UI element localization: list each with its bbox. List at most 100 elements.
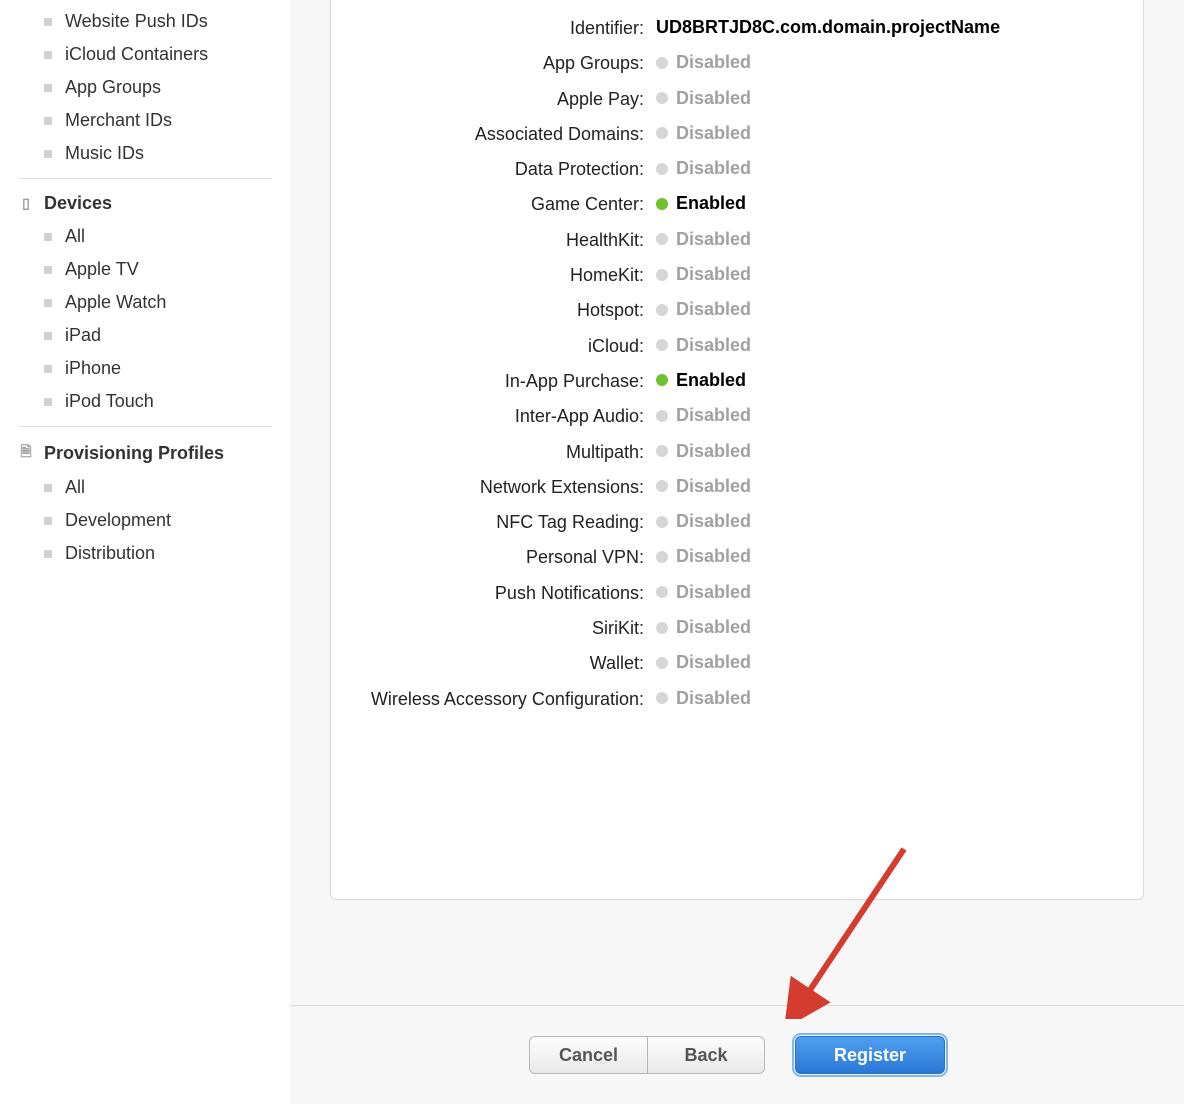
capability-row: Hotspot:Disabled bbox=[361, 298, 1113, 322]
bullet-icon bbox=[44, 517, 52, 525]
sidebar-item[interactable]: All bbox=[44, 471, 272, 504]
sidebar-item[interactable]: Website Push IDs bbox=[44, 5, 272, 38]
sidebar-item[interactable]: iPod Touch bbox=[44, 385, 272, 418]
capability-label: Data Protection: bbox=[361, 157, 656, 181]
sidebar-item-label: iCloud Containers bbox=[65, 44, 208, 65]
status-dot-icon bbox=[656, 198, 668, 210]
capability-status: Disabled bbox=[676, 582, 751, 603]
identifier-row: Identifier: UD8BRTJD8C.com.domain.projec… bbox=[361, 16, 1113, 40]
capability-status: Disabled bbox=[676, 617, 751, 638]
sidebar-item-label: Apple Watch bbox=[65, 292, 166, 313]
sidebar-heading-label: Devices bbox=[44, 193, 112, 214]
status-dot-icon bbox=[656, 586, 668, 598]
device-icon: ▯ bbox=[18, 195, 34, 212]
capability-row: Game Center:Enabled bbox=[361, 192, 1113, 216]
status-dot-icon bbox=[656, 692, 668, 704]
sidebar-item[interactable]: Distribution bbox=[44, 537, 272, 570]
capability-value: Disabled bbox=[656, 510, 1113, 532]
capability-label: Game Center: bbox=[361, 192, 656, 216]
bullet-icon bbox=[44, 51, 52, 59]
bullet-icon bbox=[44, 150, 52, 158]
capability-row: Multipath: Disabled bbox=[361, 440, 1113, 464]
capability-row: Wireless Accessory Configuration:Disable… bbox=[361, 687, 1113, 711]
capability-value: Enabled bbox=[656, 192, 1113, 214]
sidebar-item-label: All bbox=[65, 226, 85, 247]
status-dot-icon bbox=[656, 516, 668, 528]
capability-status: Enabled bbox=[676, 370, 746, 391]
sidebar-item[interactable]: All bbox=[44, 220, 272, 253]
sidebar-item[interactable]: iPad bbox=[44, 319, 272, 352]
sidebar-item-label: Website Push IDs bbox=[65, 11, 208, 32]
sidebar-heading-profiles[interactable]: 🗎 Provisioning Profiles bbox=[18, 437, 272, 471]
capability-label: NFC Tag Reading: bbox=[361, 510, 656, 534]
capability-value: Disabled bbox=[656, 157, 1113, 179]
sidebar-item[interactable]: Music IDs bbox=[44, 137, 272, 170]
capability-value: Disabled bbox=[656, 122, 1113, 144]
capability-status: Disabled bbox=[676, 652, 751, 673]
status-dot-icon bbox=[656, 410, 668, 422]
status-dot-icon bbox=[656, 304, 668, 316]
capability-value: Disabled bbox=[656, 687, 1113, 709]
capability-row: NFC Tag Reading:Disabled bbox=[361, 510, 1113, 534]
capability-value: Disabled bbox=[656, 545, 1113, 567]
footer-actions: Cancel Back Register bbox=[290, 1005, 1184, 1104]
sidebar-item[interactable]: Apple TV bbox=[44, 253, 272, 286]
capability-status: Disabled bbox=[676, 441, 751, 462]
capability-status: Disabled bbox=[676, 264, 751, 285]
capability-status: Disabled bbox=[676, 158, 751, 179]
capability-row: iCloud:Disabled bbox=[361, 334, 1113, 358]
capability-status: Disabled bbox=[676, 299, 751, 320]
capability-status: Disabled bbox=[676, 123, 751, 144]
capability-status: Disabled bbox=[676, 405, 751, 426]
sidebar-heading-devices[interactable]: ▯ Devices bbox=[18, 189, 272, 220]
capability-value: Disabled bbox=[656, 404, 1113, 426]
main-content: Identifier: UD8BRTJD8C.com.domain.projec… bbox=[290, 0, 1184, 1104]
sidebar-item-label: All bbox=[65, 477, 85, 498]
status-dot-icon bbox=[656, 92, 668, 104]
sidebar-item[interactable]: iCloud Containers bbox=[44, 38, 272, 71]
capability-status: Disabled bbox=[676, 335, 751, 356]
sidebar-item[interactable]: App Groups bbox=[44, 71, 272, 104]
status-dot-icon bbox=[656, 622, 668, 634]
capability-row: Inter-App Audio:Disabled bbox=[361, 404, 1113, 428]
capability-label: Apple Pay: bbox=[361, 87, 656, 111]
capabilities-panel: Identifier: UD8BRTJD8C.com.domain.projec… bbox=[330, 0, 1144, 900]
sidebar-item-label: iPhone bbox=[65, 358, 121, 379]
bullet-icon bbox=[44, 332, 52, 340]
capability-value: Disabled bbox=[656, 475, 1113, 497]
sidebar-item[interactable]: Apple Watch bbox=[44, 286, 272, 319]
status-dot-icon bbox=[656, 657, 668, 669]
sidebar-item[interactable]: iPhone bbox=[44, 352, 272, 385]
capability-value: Disabled bbox=[656, 263, 1113, 285]
status-dot-icon bbox=[656, 57, 668, 69]
status-dot-icon bbox=[656, 339, 668, 351]
sidebar: Website Push IDs iCloud Containers App Gro… bbox=[0, 0, 290, 1104]
sidebar-item-label: Music IDs bbox=[65, 143, 144, 164]
capability-label: Personal VPN: bbox=[361, 545, 656, 569]
capability-label: HealthKit: bbox=[361, 228, 656, 252]
status-dot-icon bbox=[656, 233, 668, 245]
register-button[interactable]: Register bbox=[795, 1036, 945, 1074]
capability-value: Enabled bbox=[656, 369, 1113, 391]
capability-label: HomeKit: bbox=[361, 263, 656, 287]
capability-row: Apple Pay:Disabled bbox=[361, 87, 1113, 111]
capability-label: Wallet: bbox=[361, 651, 656, 675]
back-button[interactable]: Back bbox=[647, 1036, 765, 1074]
sidebar-item-label: App Groups bbox=[65, 77, 161, 98]
capability-label: In-App Purchase: bbox=[361, 369, 656, 393]
capability-label: Push Notifications: bbox=[361, 581, 656, 605]
sidebar-item[interactable]: Development bbox=[44, 504, 272, 537]
capability-status: Disabled bbox=[676, 52, 751, 73]
sidebar-item[interactable]: Merchant IDs bbox=[44, 104, 272, 137]
identifier-label: Identifier: bbox=[361, 16, 656, 40]
capability-status: Disabled bbox=[676, 229, 751, 250]
capability-row: In-App Purchase: Enabled bbox=[361, 369, 1113, 393]
capability-label: Wireless Accessory Configuration: bbox=[361, 687, 656, 711]
status-dot-icon bbox=[656, 480, 668, 492]
bullet-icon bbox=[44, 398, 52, 406]
status-dot-icon bbox=[656, 374, 668, 386]
capability-value: Disabled bbox=[656, 87, 1113, 109]
capability-label: Multipath: bbox=[361, 440, 656, 464]
cancel-button[interactable]: Cancel bbox=[529, 1036, 647, 1074]
capability-label: Network Extensions: bbox=[361, 475, 656, 499]
